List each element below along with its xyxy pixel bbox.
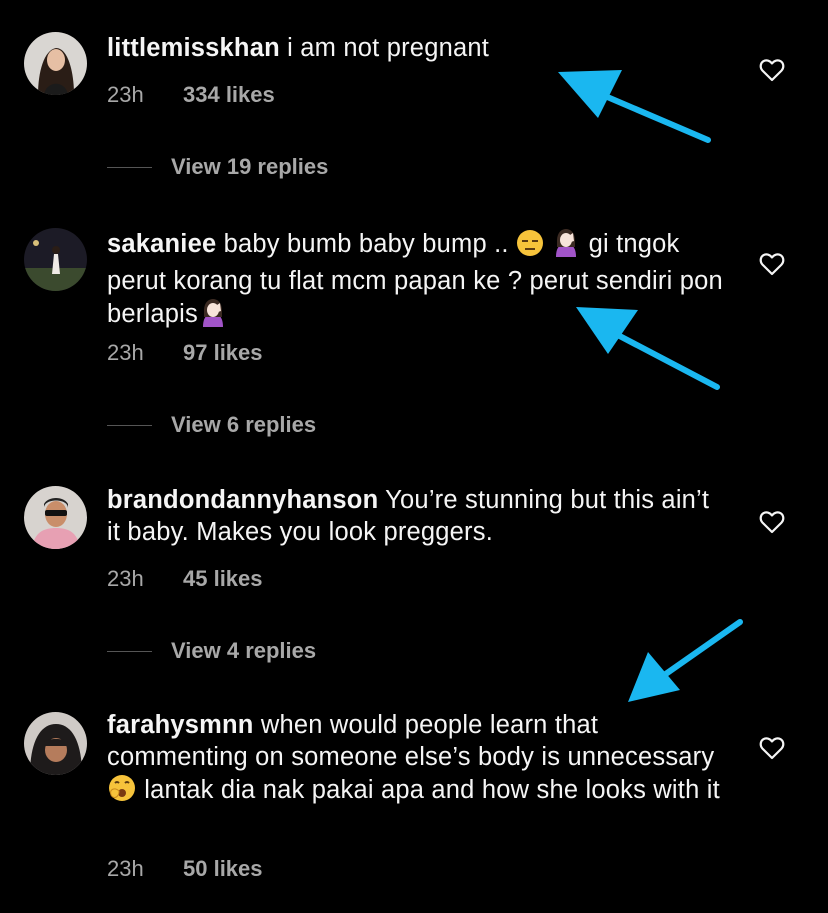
comment-body: baby bumb baby bump ..	[216, 230, 517, 258]
comment-text: sakaniee baby bumb baby bump .. gi tngok…	[107, 227, 727, 335]
yawning-face-emoji	[107, 773, 137, 811]
comment-time: 23h	[107, 566, 144, 591]
view-replies-label: View 4 replies	[171, 638, 317, 663]
avatar[interactable]	[24, 486, 87, 549]
comment-text: farahysmnn when would people learn that …	[107, 709, 727, 811]
heart-icon	[759, 253, 785, 276]
like-button[interactable]	[759, 58, 785, 82]
comment-meta: 23h 334 likes	[107, 82, 275, 108]
expressionless-face-emoji	[516, 229, 544, 265]
comment-time: 23h	[107, 82, 144, 107]
woman-facepalming-emoji	[551, 227, 581, 265]
comment-likes[interactable]: 334 likes	[183, 82, 275, 107]
comment-text: brandondannyhanson You’re stunning but t…	[107, 484, 727, 548]
comment-time: 23h	[107, 340, 144, 365]
comment-text: littlemisskhan i am not pregnant	[107, 32, 727, 64]
heart-icon	[759, 59, 785, 82]
like-button[interactable]	[759, 510, 785, 534]
comment-username[interactable]: sakaniee	[107, 230, 216, 258]
comment-time: 23h	[107, 856, 144, 881]
view-replies-label: View 6 replies	[171, 412, 317, 437]
comment-username[interactable]: brandondannyhanson	[107, 486, 378, 514]
comment-likes[interactable]: 50 likes	[183, 856, 263, 881]
heart-icon	[759, 511, 785, 534]
divider	[107, 650, 152, 652]
avatar[interactable]	[24, 228, 87, 291]
comment-body: lantak dia nak pakai apa and how she loo…	[137, 776, 720, 804]
like-button[interactable]	[759, 736, 785, 760]
comment-meta: 23h 97 likes	[107, 340, 263, 366]
comment-username[interactable]: littlemisskhan	[107, 34, 280, 62]
view-replies-button[interactable]: View 4 replies	[107, 636, 316, 666]
divider	[107, 166, 152, 168]
divider	[107, 424, 152, 426]
view-replies-button[interactable]: View 19 replies	[107, 152, 328, 182]
comment-likes[interactable]: 97 likes	[183, 340, 263, 365]
comment-meta: 23h 50 likes	[107, 856, 263, 882]
comment-body: i am not pregnant	[279, 34, 490, 62]
avatar[interactable]	[24, 32, 87, 95]
comment-meta: 23h 45 likes	[107, 566, 263, 592]
view-replies-button[interactable]: View 6 replies	[107, 410, 316, 440]
heart-icon	[759, 737, 785, 760]
like-button[interactable]	[759, 252, 785, 276]
avatar[interactable]	[24, 712, 87, 775]
woman-facepalming-emoji	[198, 297, 228, 335]
comment-username[interactable]: farahysmnn	[107, 711, 254, 739]
view-replies-label: View 19 replies	[171, 154, 329, 179]
comment-likes[interactable]: 45 likes	[183, 566, 263, 591]
